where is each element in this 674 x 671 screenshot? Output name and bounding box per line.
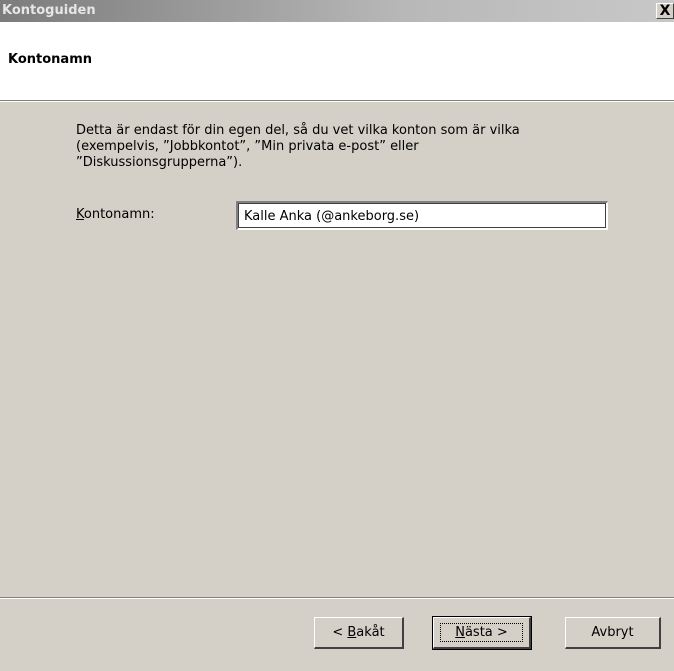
footer-divider <box>0 597 674 599</box>
description-line-2: (exempelvis, ”Jobbkontot”, ”Min privata … <box>76 139 419 154</box>
account-name-label: Kontonamn: <box>76 207 155 222</box>
window-title: Kontoguiden <box>2 3 96 18</box>
description-text: Detta är endast för din egen del, så du … <box>76 123 606 171</box>
account-name-label-mnemonic: K <box>76 207 84 222</box>
page-title: Kontonamn <box>8 52 93 67</box>
next-button[interactable]: Nästa > <box>432 616 532 650</box>
description-line-1: Detta är endast för din egen del, så du … <box>76 123 520 138</box>
back-button-rest: akåt <box>356 624 385 640</box>
back-button-mnemonic: B <box>347 624 357 640</box>
account-name-input[interactable] <box>236 201 608 230</box>
description-line-3: ”Diskussionsgrupperna”). <box>76 155 243 170</box>
focus-rectangle <box>440 623 523 642</box>
title-bar[interactable]: Kontoguiden X <box>0 0 674 22</box>
cancel-button[interactable]: Avbryt <box>565 617 661 649</box>
close-icon: X <box>659 3 671 19</box>
back-button-prefix: < <box>332 624 348 640</box>
account-name-label-rest: ontonamn: <box>83 207 155 222</box>
close-button[interactable]: X <box>656 3 674 19</box>
wizard-window: Kontoguiden X Kontonamn Detta är endast … <box>0 0 674 671</box>
wizard-header: Kontonamn <box>0 22 674 101</box>
back-button[interactable]: < Bakåt <box>314 617 404 649</box>
